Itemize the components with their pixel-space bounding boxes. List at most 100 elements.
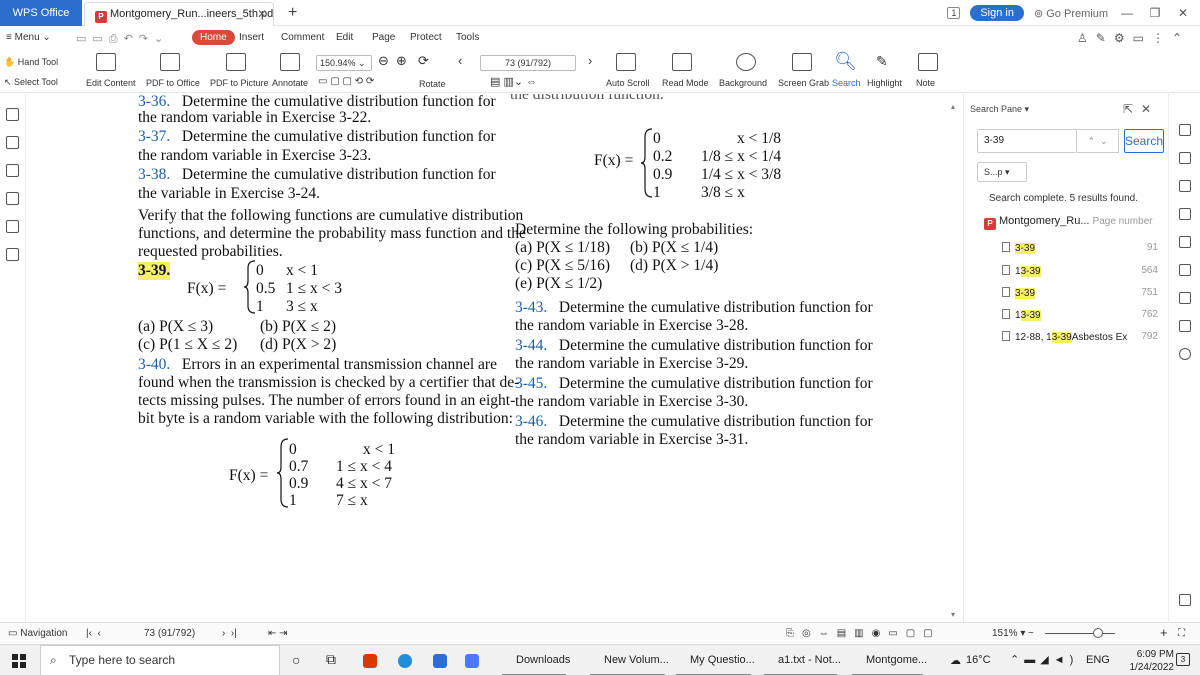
notification-icon[interactable]: 3 [1176,653,1190,666]
background-icon[interactable] [736,53,756,71]
tab-insert[interactable]: Insert [239,32,264,43]
taskbar-downloads[interactable]: Downloads [498,645,570,675]
zoom-select[interactable]: 150.94% ⌄ [316,55,372,71]
fullscreen-icon[interactable]: ⛶ [1178,628,1185,639]
wps-office-tab[interactable]: WPS Office [0,0,82,26]
tab-comment[interactable]: Comment [281,32,324,43]
search-scope-select[interactable]: S...p ▾ [977,162,1027,182]
rotate-icon[interactable]: ⟳ [418,53,429,69]
weather-icon[interactable]: ☁ [950,654,961,667]
tab-page[interactable]: Page [372,32,395,43]
select-tool-button[interactable]: ↖ Select Tool [4,77,58,88]
thumbnail-icon[interactable] [6,136,19,149]
zoom-out-icon[interactable]: ⊖ [378,53,389,69]
language-indicator[interactable]: ENG [1086,654,1110,666]
search-result[interactable]: 13-39 564 [1002,265,1162,277]
search-pane-title[interactable]: Search Pane ▾ [970,104,1029,115]
task-view-icon[interactable]: ⧉ [326,651,336,668]
sign-in-button[interactable]: Sign in [970,5,1024,21]
tray-icons[interactable]: ⌃▬◢◄) [1010,653,1078,666]
taskbar-notepad[interactable]: a1.txt - Not... [760,645,841,675]
pdf-to-picture-icon[interactable] [226,53,246,71]
windows-start-icon[interactable] [12,654,26,668]
scroll-up-icon[interactable]: ▴ [951,98,955,116]
tab-home[interactable]: Home [192,30,235,45]
office-icon[interactable] [363,654,377,668]
read-mode-icon[interactable] [672,53,692,71]
zoom-slider-thumb[interactable] [1093,628,1103,638]
tab-edit[interactable]: Edit [336,32,353,43]
scroll-down-icon[interactable]: ▾ [951,606,955,622]
app-icon[interactable] [433,654,447,668]
protect-icon[interactable] [1179,320,1191,332]
auto-scroll-button[interactable]: Auto Scroll [606,78,650,88]
clock[interactable]: 6:09 PM 1/24/2022 [1130,648,1175,674]
zoom-slider-track[interactable] [1045,633,1115,634]
search-icon[interactable]: 🔍︎ [834,51,857,72]
close-window-icon[interactable]: ✕ [1174,6,1192,20]
tab-protect[interactable]: Protect [410,32,442,43]
status-page-number[interactable]: 73 (91/792) [144,628,195,639]
pane-header-icons[interactable]: ⇱✕ [1123,102,1159,116]
search-button[interactable]: Search [832,78,861,88]
annotate-icon[interactable] [280,53,300,71]
layers-icon[interactable] [6,192,19,205]
compare-icon[interactable] [1179,264,1191,276]
zoom-plus-icon[interactable]: + [1160,625,1168,640]
taskbar-montgomery[interactable]: Montgome... [848,645,927,675]
taskbar-new-volume[interactable]: New Volum... [586,645,669,675]
search-result[interactable]: 3-39 751 [1002,287,1162,299]
pdf-to-office-button[interactable]: PDF to Office [146,78,200,88]
app-icon[interactable] [465,654,479,668]
highlight-button[interactable]: Highlight [867,78,902,88]
tab-tools[interactable]: Tools [456,32,479,43]
highlight-icon[interactable]: ✎ [876,53,888,70]
search-result[interactable]: 3-39 91 [1002,242,1162,254]
weather-temp[interactable]: 16°C [966,654,991,666]
edge-icon[interactable] [398,654,412,668]
fit-icons[interactable]: ▭ ▢ ▢ ⟲ ⟳ [318,76,374,87]
status-zoom[interactable]: 151% ▾ [992,628,1025,639]
first-prev-page-icons[interactable]: |‹ ‹ [86,628,101,639]
quick-access-icons[interactable]: ▭▭⎙↶↷⌄ [76,32,169,46]
view-mode-icons[interactable]: ▤ ▥⌄ ⇔ [490,75,537,88]
screen-grab-icon[interactable] [792,53,812,71]
comment-icon[interactable] [6,164,19,177]
bookmark-icon[interactable] [6,108,19,121]
print-icon[interactable] [1179,292,1191,304]
page-number-field[interactable]: 73 (91/792) [480,55,576,71]
edit-icon[interactable] [1179,124,1191,136]
view-icons[interactable]: ⎘◎⇔▤▥◉▭▢▢ [786,628,941,639]
search-nav-arrows[interactable]: ⌃ ⌄ [1077,129,1119,153]
zoom-in-icon[interactable]: ⊕ [396,53,407,69]
pdf-to-office-icon[interactable] [160,53,180,71]
screen-grab-button[interactable]: Screen Grab [778,78,829,88]
find-icon[interactable] [1179,348,1191,360]
search-result[interactable]: 13-39 762 [1002,309,1162,321]
navigation-button[interactable]: ▭ Navigation [8,628,68,639]
note-button[interactable]: Note [916,78,935,88]
document-tab[interactable]: P Montgomery_Run...ineers_5th.pdf ✕ [84,2,274,26]
taskbar-my-questions[interactable]: My Questio... [672,645,755,675]
edit-content-button[interactable]: Edit Content [86,78,136,88]
sign-icon[interactable] [1179,152,1191,164]
back-forward-icons[interactable]: ⇤ ⇥ [268,628,288,639]
annotate-button[interactable]: Annotate [272,78,308,88]
zoom-minus-icon[interactable]: − [1028,628,1034,639]
form-icon[interactable] [1179,180,1191,192]
exercise-3-39-highlight[interactable]: 3-39. [138,262,171,280]
restore-icon[interactable]: ❐ [1146,6,1164,20]
next-last-page-icons[interactable]: › ›| [222,628,237,639]
search-result[interactable]: 12-88, 13-39Asbestos Ex 792 [1002,331,1162,343]
taskbar-search[interactable]: ⌕ Type here to search [40,645,280,675]
search-result-file[interactable]: P Montgomery_Ru... Page number [984,215,1153,230]
menu-button[interactable]: ≡ Menu ⌄ [6,32,51,43]
minimize-icon[interactable]: — [1118,6,1136,20]
brush-icon[interactable] [1179,236,1191,248]
rotate-button[interactable]: Rotate [419,79,446,89]
next-page-icon[interactable]: › [588,53,592,68]
pdf-to-picture-button[interactable]: PDF to Picture [210,78,269,88]
search-input[interactable]: 3-39 [977,129,1077,153]
window-count-badge[interactable]: 1 [947,7,961,19]
new-tab-icon[interactable]: + [288,4,297,22]
